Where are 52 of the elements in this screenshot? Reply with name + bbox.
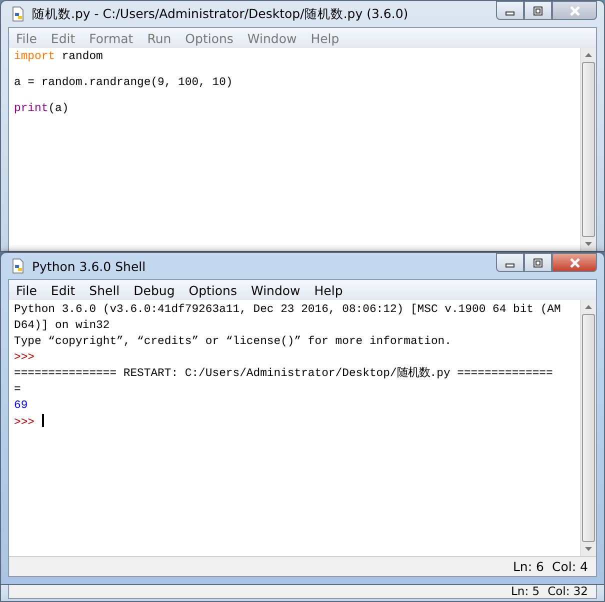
- menu-item[interactable]: Run: [140, 30, 178, 46]
- menu-item[interactable]: Debug: [126, 282, 182, 298]
- restore-icon: [533, 258, 543, 268]
- restore-icon: [533, 6, 543, 16]
- menu-item[interactable]: Help: [307, 282, 350, 298]
- menu-item[interactable]: Window: [240, 30, 304, 46]
- prompt: >>>: [14, 417, 35, 429]
- code-line: print(a): [14, 102, 70, 117]
- menu-item[interactable]: File: [9, 282, 44, 298]
- menu-item[interactable]: Options: [182, 282, 244, 298]
- maximize-button[interactable]: [524, 1, 552, 20]
- menu-item[interactable]: Help: [304, 30, 346, 46]
- menu-item[interactable]: File: [9, 30, 44, 46]
- python-file-icon: [10, 258, 26, 274]
- scrollbar[interactable]: [580, 48, 596, 251]
- text-area[interactable]: import random a = random.randrange(9, 100, 10) print(a): [9, 48, 580, 251]
- code-line: import random: [14, 50, 104, 65]
- code-line: a = random.randrange(9, 100, 10): [14, 76, 234, 91]
- output-line: Type “copyright”, “credits” or “license()” for more information.: [14, 336, 452, 348]
- maximize-button[interactable]: [524, 253, 552, 272]
- status-text: Col: 4: [552, 559, 588, 574]
- menu-item[interactable]: Options: [178, 30, 240, 46]
- menu-item[interactable]: Edit: [44, 282, 82, 298]
- scroll-up-icon: [584, 52, 593, 58]
- close-button[interactable]: [552, 1, 597, 20]
- menu-item[interactable]: Window: [244, 282, 308, 298]
- minimize-button[interactable]: [496, 253, 524, 272]
- scroll-thumb[interactable]: [582, 62, 595, 237]
- prompt: >>>: [14, 352, 35, 364]
- scrollbar[interactable]: [580, 300, 596, 556]
- scroll-thumb[interactable]: [582, 314, 595, 542]
- close-icon: [568, 258, 580, 268]
- status-text: Ln: 5: [511, 585, 540, 598]
- status-text: Ln: 6: [512, 559, 544, 574]
- output-line: =: [14, 384, 21, 396]
- window-title: 随机数.py - C:/Users/Administrator/Desktop/随机数.py (3.6.0): [32, 6, 408, 22]
- menu-item[interactable]: Format: [82, 30, 140, 46]
- window-title: Python 3.6.0 Shell: [32, 258, 146, 274]
- close-icon: [568, 6, 580, 16]
- python-file-icon: [10, 6, 26, 22]
- scroll-down-icon: [584, 241, 593, 247]
- output-line: Python 3.6.0 (v3.6.0:41df79263a11, Dec 23 2016, 08:06:12) [MSC v.1900 64 bit (AM: [14, 304, 561, 316]
- close-button[interactable]: [552, 253, 597, 272]
- menu-item[interactable]: Edit: [44, 30, 82, 46]
- output-line: D64)] on win32: [14, 320, 110, 332]
- menu-item[interactable]: Shell: [82, 282, 127, 298]
- scroll-down-icon: [584, 546, 593, 552]
- scroll-up-icon: [584, 304, 593, 310]
- output-line: =============== RESTART: C:/Users/Administrator/Desktop/随机数.py ==============: [14, 368, 553, 380]
- minimize-button[interactable]: [496, 1, 524, 20]
- output-line: 69: [14, 400, 28, 412]
- status-text: Col: 32: [548, 585, 588, 598]
